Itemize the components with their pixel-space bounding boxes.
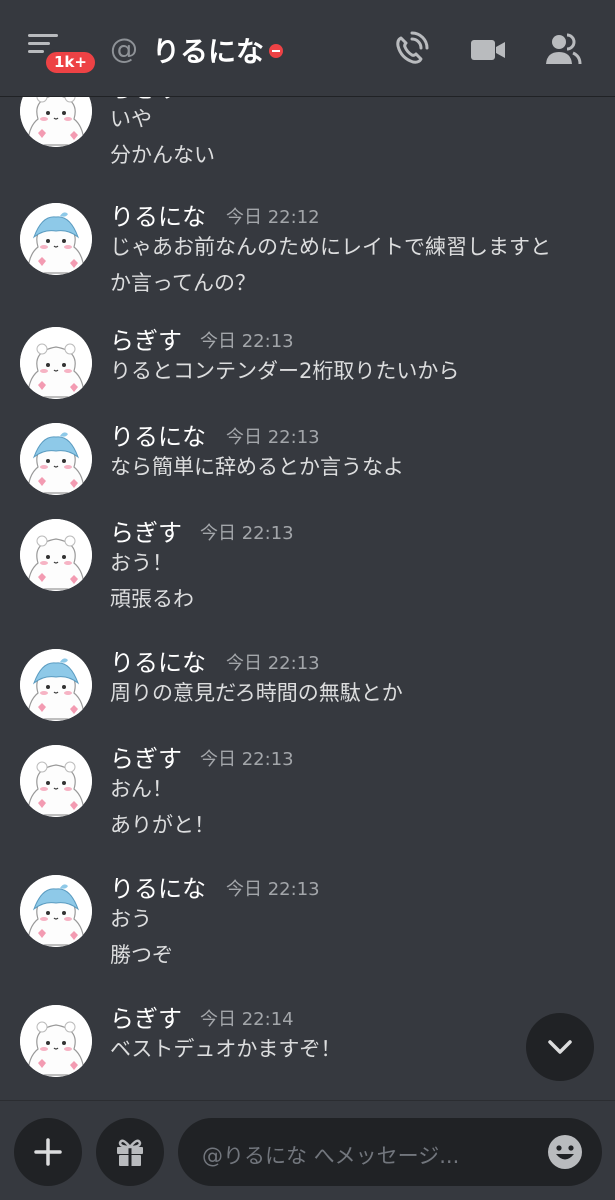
members-icon xyxy=(546,33,582,65)
avatar[interactable] xyxy=(20,327,92,399)
message-author[interactable]: らぎす xyxy=(110,999,182,1034)
avatar[interactable] xyxy=(20,1005,92,1077)
jump-to-bottom-button[interactable] xyxy=(526,1013,594,1081)
message-author[interactable]: らぎす xyxy=(110,513,182,548)
message-timestamp: 今日 22:13 xyxy=(200,331,294,352)
message-author[interactable]: りるにな xyxy=(110,417,206,452)
message-text: おう xyxy=(110,907,152,931)
video-call-button[interactable] xyxy=(468,30,508,70)
chevron-down-icon xyxy=(548,1040,572,1054)
avatar[interactable] xyxy=(20,97,92,147)
message-list[interactable]: らぎす今日 22:12いや分かんないりるにな今日 22:12じゃあお前なんのため… xyxy=(0,97,615,1097)
message-text: 周りの意見だろ時間の無駄とか xyxy=(110,681,403,705)
composer-bar: @りるにな へメッセージ... xyxy=(0,1100,615,1200)
message-timestamp: 今日 22:12 xyxy=(200,97,294,101)
message-text: 勝つぞ xyxy=(110,943,173,967)
message-author[interactable]: りるにな xyxy=(110,197,206,232)
message-text: 分かんない xyxy=(110,143,215,167)
message-timestamp: 今日 22:13 xyxy=(200,749,294,770)
message-author[interactable]: らぎす xyxy=(110,739,182,774)
message-timestamp: 今日 22:13 xyxy=(200,523,294,544)
emoji-button[interactable] xyxy=(546,1133,584,1171)
plus-icon xyxy=(34,1138,62,1166)
avatar[interactable] xyxy=(20,649,92,721)
message-text: か言ってんの？ xyxy=(110,271,256,295)
call-icon xyxy=(396,31,429,64)
video-icon xyxy=(471,40,505,60)
emoji-icon xyxy=(548,1135,582,1169)
message-input-placeholder: @りるにな へメッセージ... xyxy=(202,1144,460,1168)
channel-header: 1k+ @ りるにな xyxy=(0,0,615,97)
message-text: おん！ xyxy=(110,777,173,801)
message-text: いや xyxy=(110,107,152,131)
avatar[interactable] xyxy=(20,519,92,591)
message-text: 頑張るわ xyxy=(110,587,194,611)
dnd-status-icon xyxy=(269,44,283,58)
message-text: ベストデュオかますぞ！ xyxy=(110,1037,342,1061)
at-icon: @ xyxy=(110,32,138,65)
notification-badge: 1k+ xyxy=(43,49,98,76)
add-attachment-button[interactable] xyxy=(14,1118,82,1186)
call-button[interactable] xyxy=(390,30,430,70)
avatar[interactable] xyxy=(20,875,92,947)
menu-button[interactable]: 1k+ xyxy=(28,34,98,76)
message-author[interactable]: らぎす xyxy=(110,321,182,356)
message-timestamp: 今日 22:13 xyxy=(226,879,320,900)
message-timestamp: 今日 22:13 xyxy=(226,427,320,448)
message-text: なら簡単に辞めるとか言うなよ xyxy=(110,455,404,479)
page-title: りるにな xyxy=(152,35,265,68)
avatar[interactable] xyxy=(20,423,92,495)
message-text: ありがと！ xyxy=(110,813,215,837)
message-text: りるとコンテンダー2桁取りたいから xyxy=(110,359,460,383)
message-text: じゃあお前なんのためにレイトで練習しますと xyxy=(110,235,551,259)
message-timestamp: 今日 22:12 xyxy=(226,207,320,228)
message-author[interactable]: りるにな xyxy=(110,869,206,904)
gift-icon xyxy=(117,1139,143,1166)
message-text: おう！ xyxy=(110,551,173,575)
message-input[interactable]: @りるにな へメッセージ... xyxy=(178,1118,602,1186)
avatar[interactable] xyxy=(20,745,92,817)
members-button[interactable] xyxy=(543,30,583,70)
message-timestamp: 今日 22:13 xyxy=(226,653,320,674)
message-timestamp: 今日 22:14 xyxy=(200,1009,294,1030)
gift-button[interactable] xyxy=(96,1118,164,1186)
avatar[interactable] xyxy=(20,203,92,275)
message-author[interactable]: りるにな xyxy=(110,643,206,678)
